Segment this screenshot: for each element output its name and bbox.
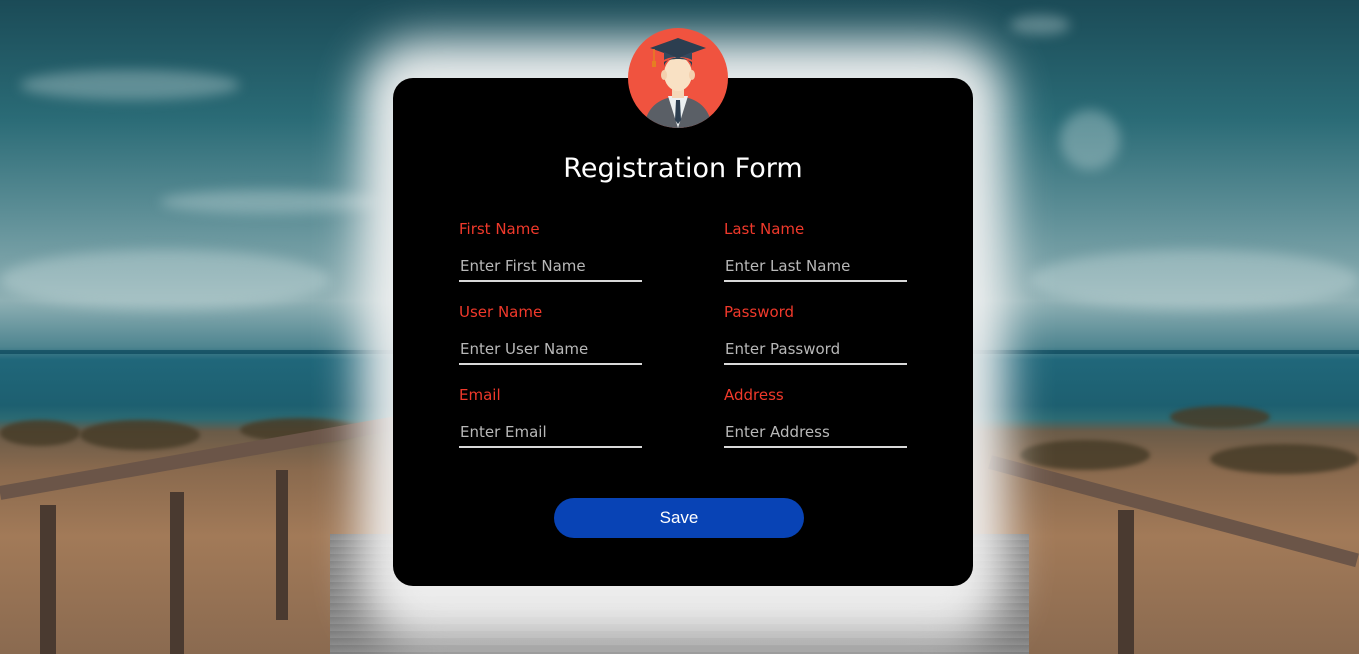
dune-bush [0,420,80,446]
cloud-streak [1030,250,1359,310]
password-input[interactable] [724,335,907,365]
first-name-label: First Name [459,220,540,238]
last-name-input[interactable] [724,252,907,282]
graduate-avatar-icon [628,28,728,128]
railing-post [170,492,184,654]
first-name-input[interactable] [459,252,642,282]
cloud-streak [1060,110,1120,170]
cloud-streak [20,70,240,100]
cloud-streak [0,250,330,310]
dune-bush [80,420,200,450]
email-label: Email [459,386,501,404]
background-scene: Registration Form First Name Last Name U… [0,0,1359,654]
railing-post [276,470,288,620]
dune-bush [1170,406,1270,428]
railing-post [40,505,56,654]
save-button[interactable]: Save [554,498,804,538]
user-name-input[interactable] [459,335,642,365]
dune-bush [1210,444,1359,474]
cloud-streak [160,190,380,214]
email-input[interactable] [459,418,642,448]
address-input[interactable] [724,418,907,448]
dune-bush [1020,440,1150,470]
form-title: Registration Form [563,153,803,184]
address-label: Address [724,386,784,404]
password-label: Password [724,303,795,321]
user-name-label: User Name [459,303,543,321]
railing-post [1118,510,1134,654]
cloud-streak [1010,15,1070,35]
last-name-label: Last Name [724,220,805,238]
